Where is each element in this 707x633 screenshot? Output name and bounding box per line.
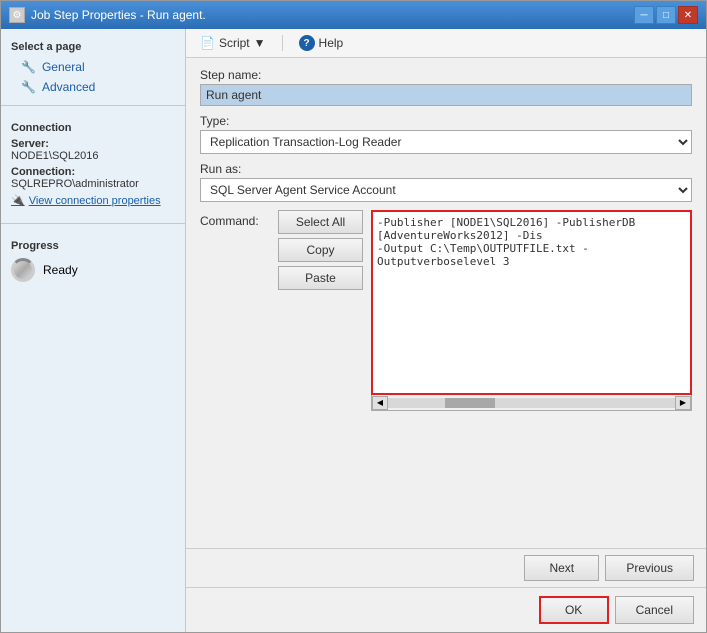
command-label: Command: xyxy=(200,210,270,228)
connection-icon: 🔌 xyxy=(11,194,25,207)
progress-spinner xyxy=(11,258,35,282)
progress-status: Ready xyxy=(43,263,78,277)
scroll-right-arrow[interactable]: ▶ xyxy=(675,396,691,410)
script-icon: 📄 xyxy=(200,36,215,50)
server-label: Server: xyxy=(11,138,175,150)
sidebar: Select a page 🔧 General 🔧 Advanced Conne… xyxy=(1,29,186,632)
toolbar-separator xyxy=(282,35,283,51)
connection-value: SQLREPRO\administrator xyxy=(11,178,175,190)
sidebar-item-general[interactable]: 🔧 General xyxy=(1,57,185,77)
script-dropdown-icon: ▼ xyxy=(254,36,266,50)
connection-section: Connection Server: NODE1\SQL2016 Connect… xyxy=(1,114,185,215)
connection-title: Connection xyxy=(11,122,175,134)
type-label: Type: xyxy=(200,114,692,128)
select-page-label: Select a page xyxy=(1,37,185,57)
paste-button[interactable]: Paste xyxy=(278,266,363,290)
sidebar-divider-2 xyxy=(1,223,185,224)
help-button[interactable]: ? Help xyxy=(295,33,348,53)
wrench-icon-general: 🔧 xyxy=(21,60,36,74)
cancel-button[interactable]: Cancel xyxy=(615,596,694,624)
horizontal-scrollbar[interactable]: ◀ ▶ xyxy=(371,395,692,411)
select-all-button[interactable]: Select All xyxy=(278,210,363,234)
form-area: Step name: Type: Replication Transaction… xyxy=(186,58,706,548)
window-icon: ⚙ xyxy=(9,7,25,23)
type-group: Type: Replication Transaction-Log Reader xyxy=(200,114,692,154)
nav-bar: Next Previous xyxy=(186,548,706,587)
run-as-select[interactable]: SQL Server Agent Service Account xyxy=(200,178,692,202)
command-right-area: Select All Copy Paste -Publisher [NODE1\… xyxy=(278,210,692,411)
toolbar: 📄 Script ▼ ? Help xyxy=(186,29,706,58)
main-window: ⚙ Job Step Properties - Run agent. ─ □ ✕… xyxy=(0,0,707,633)
scroll-thumb[interactable] xyxy=(445,398,495,408)
action-bar: OK Cancel xyxy=(186,587,706,632)
wrench-icon-advanced: 🔧 xyxy=(21,80,36,94)
help-label: Help xyxy=(319,36,344,50)
step-name-group: Step name: xyxy=(200,68,692,106)
previous-button[interactable]: Previous xyxy=(605,555,694,581)
command-group: Command: Select All Copy Paste -Publishe… xyxy=(200,210,692,411)
command-buttons: Select All Copy Paste xyxy=(278,210,363,411)
step-name-input[interactable] xyxy=(200,84,692,106)
minimize-button[interactable]: ─ xyxy=(634,6,654,24)
type-select[interactable]: Replication Transaction-Log Reader xyxy=(200,130,692,154)
restore-button[interactable]: □ xyxy=(656,6,676,24)
help-icon: ? xyxy=(299,35,315,51)
scroll-track[interactable] xyxy=(388,398,675,408)
view-conn-props-label: View connection properties xyxy=(29,195,161,207)
main-panel: 📄 Script ▼ ? Help Step name: xyxy=(186,29,706,632)
content-area: Select a page 🔧 General 🔧 Advanced Conne… xyxy=(1,29,706,632)
title-bar: ⚙ Job Step Properties - Run agent. ─ □ ✕ xyxy=(1,1,706,29)
sidebar-divider-1 xyxy=(1,105,185,106)
script-label: Script xyxy=(219,36,250,50)
title-bar-left: ⚙ Job Step Properties - Run agent. xyxy=(9,7,206,23)
run-as-group: Run as: SQL Server Agent Service Account xyxy=(200,162,692,202)
progress-title: Progress xyxy=(11,240,175,252)
ok-button[interactable]: OK xyxy=(539,596,609,624)
progress-section: Progress Ready xyxy=(1,232,185,290)
next-button[interactable]: Next xyxy=(524,555,599,581)
close-button[interactable]: ✕ xyxy=(678,6,698,24)
sidebar-item-advanced[interactable]: 🔧 Advanced xyxy=(1,77,185,97)
window-title: Job Step Properties - Run agent. xyxy=(31,8,206,22)
sidebar-item-general-label: General xyxy=(42,60,85,74)
run-as-label: Run as: xyxy=(200,162,692,176)
view-connection-properties-link[interactable]: 🔌 View connection properties xyxy=(11,194,175,207)
command-textarea[interactable]: -Publisher [NODE1\SQL2016] -PublisherDB … xyxy=(371,210,692,395)
server-value: NODE1\SQL2016 xyxy=(11,150,175,162)
scroll-left-arrow[interactable]: ◀ xyxy=(372,396,388,410)
bottom-area: Next Previous OK Cancel xyxy=(186,548,706,632)
progress-row: Ready xyxy=(11,258,175,282)
command-textarea-container: -Publisher [NODE1\SQL2016] -PublisherDB … xyxy=(371,210,692,411)
script-button[interactable]: 📄 Script ▼ xyxy=(196,34,270,52)
sidebar-item-advanced-label: Advanced xyxy=(42,80,95,94)
copy-button[interactable]: Copy xyxy=(278,238,363,262)
step-name-label: Step name: xyxy=(200,68,692,82)
connection-label: Connection: xyxy=(11,166,175,178)
title-bar-controls: ─ □ ✕ xyxy=(634,6,698,24)
